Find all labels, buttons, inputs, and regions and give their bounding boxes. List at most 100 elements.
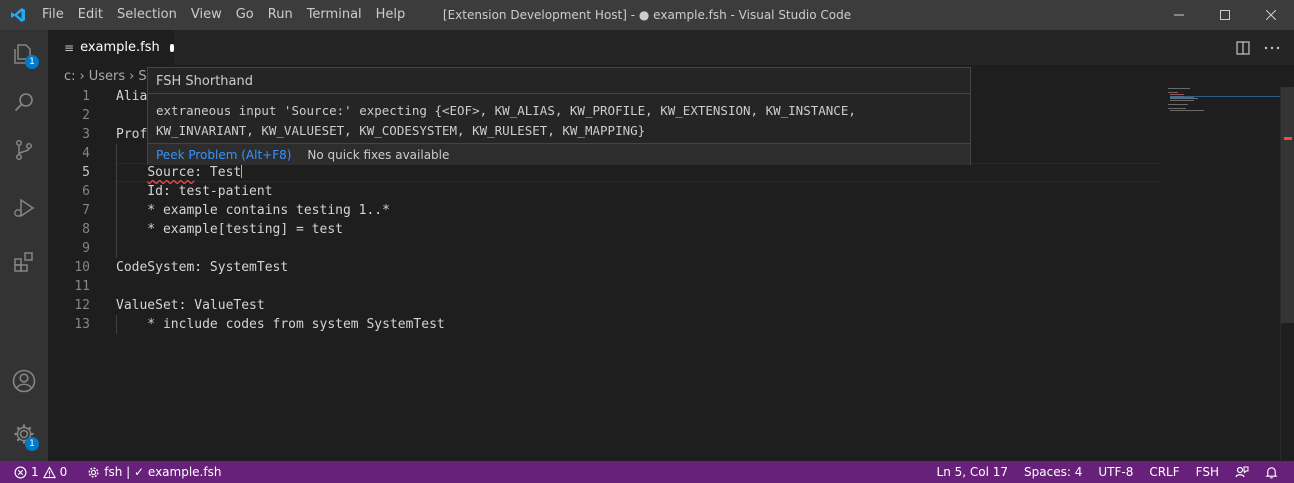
accounts-button[interactable] <box>0 357 48 405</box>
status-right: Ln 5, Col 17 Spaces: 4 UTF-8 CRLF FSH <box>929 461 1286 483</box>
code-line: CodeSystem: SystemTest <box>116 260 289 275</box>
menu-selection[interactable]: Selection <box>110 0 184 30</box>
hover-divider <box>148 93 970 94</box>
line-number: 9 <box>82 241 90 256</box>
minimap-line <box>1168 108 1186 109</box>
vscode-logo-icon <box>0 0 35 30</box>
warning-count: 0 <box>59 465 68 479</box>
indentation-setting[interactable]: Spaces: 4 <box>1016 465 1090 479</box>
code-line: ValueSet: ValueTest <box>116 298 265 313</box>
feedback-icon <box>1235 466 1249 478</box>
language-mode[interactable]: FSH <box>1188 465 1227 479</box>
menu-run[interactable]: Run <box>261 0 300 30</box>
chevron-right-icon: › <box>79 68 85 84</box>
feedback-button[interactable] <box>1227 465 1257 479</box>
text-cursor <box>241 163 243 178</box>
chevron-right-icon: › <box>129 68 135 84</box>
overview-error-mark <box>1284 137 1292 140</box>
hover-source: FSH Shorthand <box>156 74 253 89</box>
file-lines-icon: ≡ <box>64 40 75 55</box>
menu-edit[interactable]: Edit <box>71 0 110 30</box>
minimize-icon <box>1174 14 1184 16</box>
breadcrumb: c: › Users › S1 <box>48 65 155 87</box>
code-fragment: : Test <box>194 165 242 180</box>
menu-file[interactable]: File <box>35 0 71 30</box>
split-editor-icon[interactable] <box>1236 40 1250 55</box>
maximize-icon <box>1220 10 1230 20</box>
code-line: * example[testing] = test <box>116 222 343 237</box>
error-icon <box>14 466 27 478</box>
search-icon <box>14 93 33 112</box>
notifications-button[interactable] <box>1257 466 1286 479</box>
line-number: 13 <box>74 317 90 332</box>
source-control-icon <box>15 139 33 161</box>
minimap-line <box>1170 98 1198 99</box>
minimize-button[interactable] <box>1156 0 1202 30</box>
code-line-error: Source: Test <box>116 163 243 182</box>
line-number: 2 <box>82 108 90 123</box>
breadcrumb-users[interactable]: Users <box>89 69 125 84</box>
status-bar: 1 0 fsh | ✓ example.fsh Ln 5, Col 17 Spa… <box>0 461 1294 483</box>
bell-icon <box>1265 466 1278 478</box>
breadcrumb-drive[interactable]: c: <box>64 69 76 84</box>
line-number-active: 5 <box>82 165 90 180</box>
minimap-line <box>1170 100 1194 101</box>
tab-label: example.fsh <box>80 40 160 55</box>
line-number: 8 <box>82 222 90 237</box>
no-quick-fix-label: No quick fixes available <box>307 147 450 162</box>
code-line: * include codes from system SystemTest <box>116 317 445 332</box>
source-control-button[interactable] <box>0 126 48 174</box>
more-actions-icon[interactable] <box>1264 46 1280 50</box>
line-number: 10 <box>74 260 90 275</box>
cursor-position[interactable]: Ln 5, Col 17 <box>929 465 1017 479</box>
current-line-highlight <box>114 163 1160 182</box>
maximize-button[interactable] <box>1202 0 1248 30</box>
close-icon <box>1266 10 1276 20</box>
error-count: 1 <box>31 465 39 479</box>
window-title: [Extension Development Host] - ● example… <box>442 8 852 22</box>
account-icon <box>12 369 36 393</box>
scrollbar-thumb[interactable] <box>1281 87 1294 323</box>
encoding-setting[interactable]: UTF-8 <box>1090 465 1141 479</box>
tab-bar: ≡ example.fsh <box>48 30 1294 65</box>
explorer-badge: 1 <box>25 55 39 69</box>
minimap-line <box>1168 92 1178 93</box>
fsh-extension-status[interactable]: fsh | ✓ example.fsh <box>79 465 229 479</box>
editor-actions <box>1236 30 1280 65</box>
search-button[interactable] <box>0 78 48 126</box>
code-line: Id: test-patient <box>116 184 273 199</box>
code-line: Alia <box>116 89 148 104</box>
activity-bar: 1 1 <box>0 30 48 461</box>
code-line: Prof <box>116 127 148 142</box>
line-number: 12 <box>74 298 90 313</box>
error-squiggle[interactable]: Source <box>147 165 194 180</box>
warning-icon <box>42 465 56 478</box>
line-number: 4 <box>82 146 90 161</box>
minimap-line <box>1168 104 1188 105</box>
code-line: * example contains testing 1..* <box>116 203 390 218</box>
tab-example-fsh[interactable]: ≡ example.fsh <box>48 30 174 65</box>
eol-setting[interactable]: CRLF <box>1141 465 1187 479</box>
extensions-icon <box>14 252 33 272</box>
explorer-button[interactable]: 1 <box>0 30 48 78</box>
settings-badge: 1 <box>25 437 39 451</box>
line-number: 3 <box>82 127 90 142</box>
menu-go[interactable]: Go <box>229 0 261 30</box>
extensions-button[interactable] <box>0 238 48 286</box>
title-bar: File Edit Selection View Go Run Terminal… <box>0 0 1294 30</box>
line-number: 7 <box>82 203 90 218</box>
manage-button[interactable]: 1 <box>0 410 48 458</box>
close-window-button[interactable] <box>1248 0 1294 30</box>
peek-problem-link[interactable]: Peek Problem (Alt+F8) <box>156 148 291 162</box>
minimap-line <box>1170 110 1204 111</box>
run-debug-icon <box>14 198 35 218</box>
hover-action-bar: Peek Problem (Alt+F8) No quick fixes ava… <box>148 143 970 165</box>
problems-status[interactable]: 1 0 <box>14 465 75 479</box>
run-debug-button[interactable] <box>0 184 48 232</box>
unsaved-dot-icon[interactable] <box>169 43 174 52</box>
problem-hover: FSH Shorthand extraneous input 'Source:'… <box>147 67 971 165</box>
minimap-error-line <box>1170 94 1184 95</box>
hover-message: extraneous input 'Source:' expecting {<E… <box>156 103 856 138</box>
fsh-status-text: fsh | ✓ example.fsh <box>104 465 222 479</box>
menu-view[interactable]: View <box>184 0 229 30</box>
